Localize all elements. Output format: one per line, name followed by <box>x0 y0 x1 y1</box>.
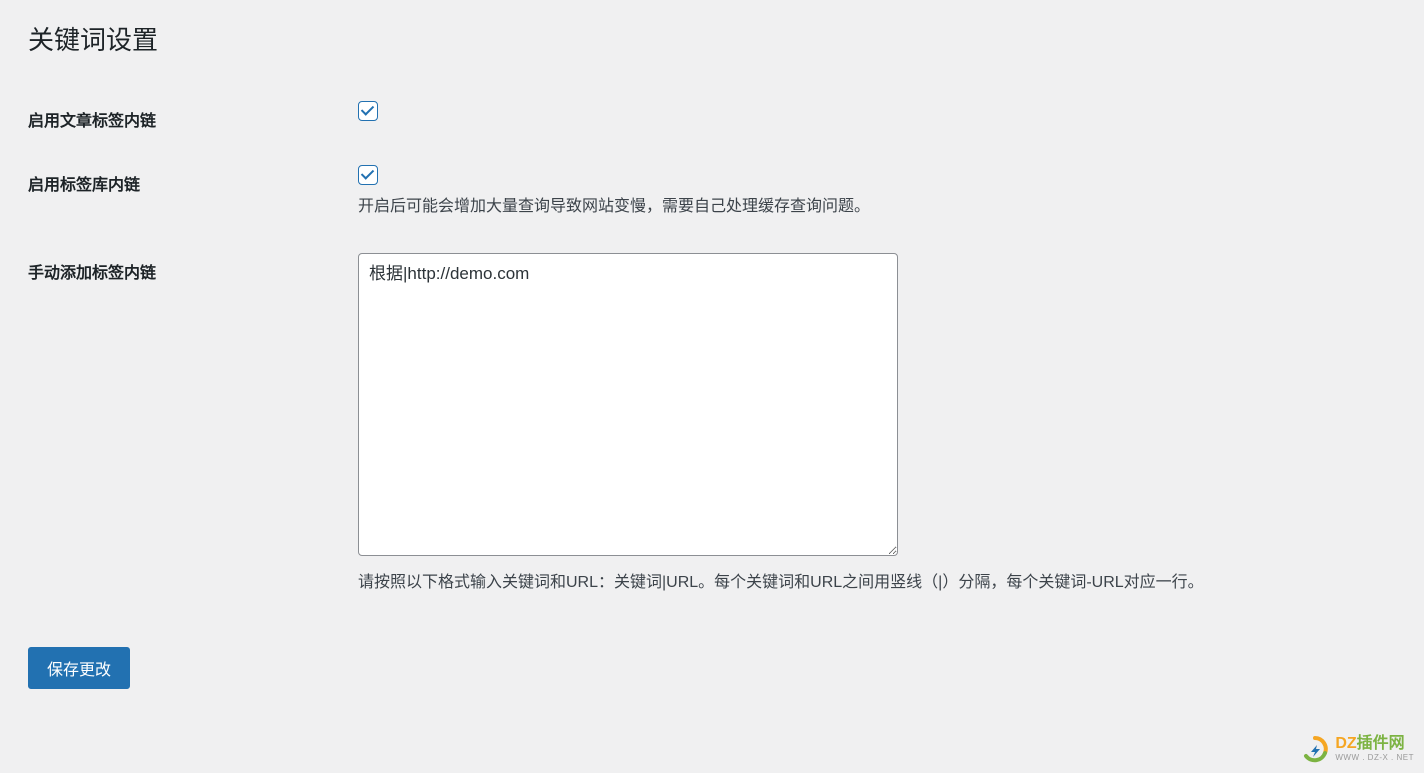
label-enable-article-tag-link: 启用文章标签内链 <box>28 87 358 151</box>
watermark: DZ插件网 WWW . DZ-X . NET <box>1301 735 1414 763</box>
row-enable-article-tag-link: 启用文章标签内链 <box>28 87 1396 151</box>
checkbox-enable-tag-library-link[interactable] <box>358 165 378 185</box>
settings-form-table: 启用文章标签内链 启用标签库内链 开启后可能会增加大量查询导致网站变慢，需要自己… <box>28 87 1396 615</box>
description-manual-tag-links: 请按照以下格式输入关键词和URL：关键词|URL。每个关键词和URL之间用竖线（… <box>358 571 1386 595</box>
row-manual-tag-links: 手动添加标签内链 根据|http://demo.com 请按照以下格式输入关键词… <box>28 239 1396 615</box>
save-button[interactable]: 保存更改 <box>28 647 130 689</box>
checkbox-enable-article-tag-link[interactable] <box>358 101 378 121</box>
row-enable-tag-library-link: 启用标签库内链 开启后可能会增加大量查询导致网站变慢，需要自己处理缓存查询问题。 <box>28 151 1396 239</box>
watermark-brand-part2: 插件网 <box>1357 735 1405 752</box>
label-manual-tag-links: 手动添加标签内链 <box>28 239 358 615</box>
watermark-brand-part1: DZ <box>1335 735 1356 752</box>
page-title: 关键词设置 <box>28 20 1396 57</box>
textarea-manual-tag-links[interactable]: 根据|http://demo.com <box>358 253 898 556</box>
watermark-url: WWW . DZ-X . NET <box>1335 754 1414 762</box>
watermark-text: DZ插件网 WWW . DZ-X . NET <box>1335 736 1414 762</box>
description-enable-tag-library-link: 开启后可能会增加大量查询导致网站变慢，需要自己处理缓存查询问题。 <box>358 195 1386 219</box>
watermark-brand: DZ插件网 <box>1335 736 1414 752</box>
submit-row: 保存更改 <box>28 647 1396 689</box>
label-enable-tag-library-link: 启用标签库内链 <box>28 151 358 239</box>
watermark-logo-icon <box>1301 735 1329 763</box>
